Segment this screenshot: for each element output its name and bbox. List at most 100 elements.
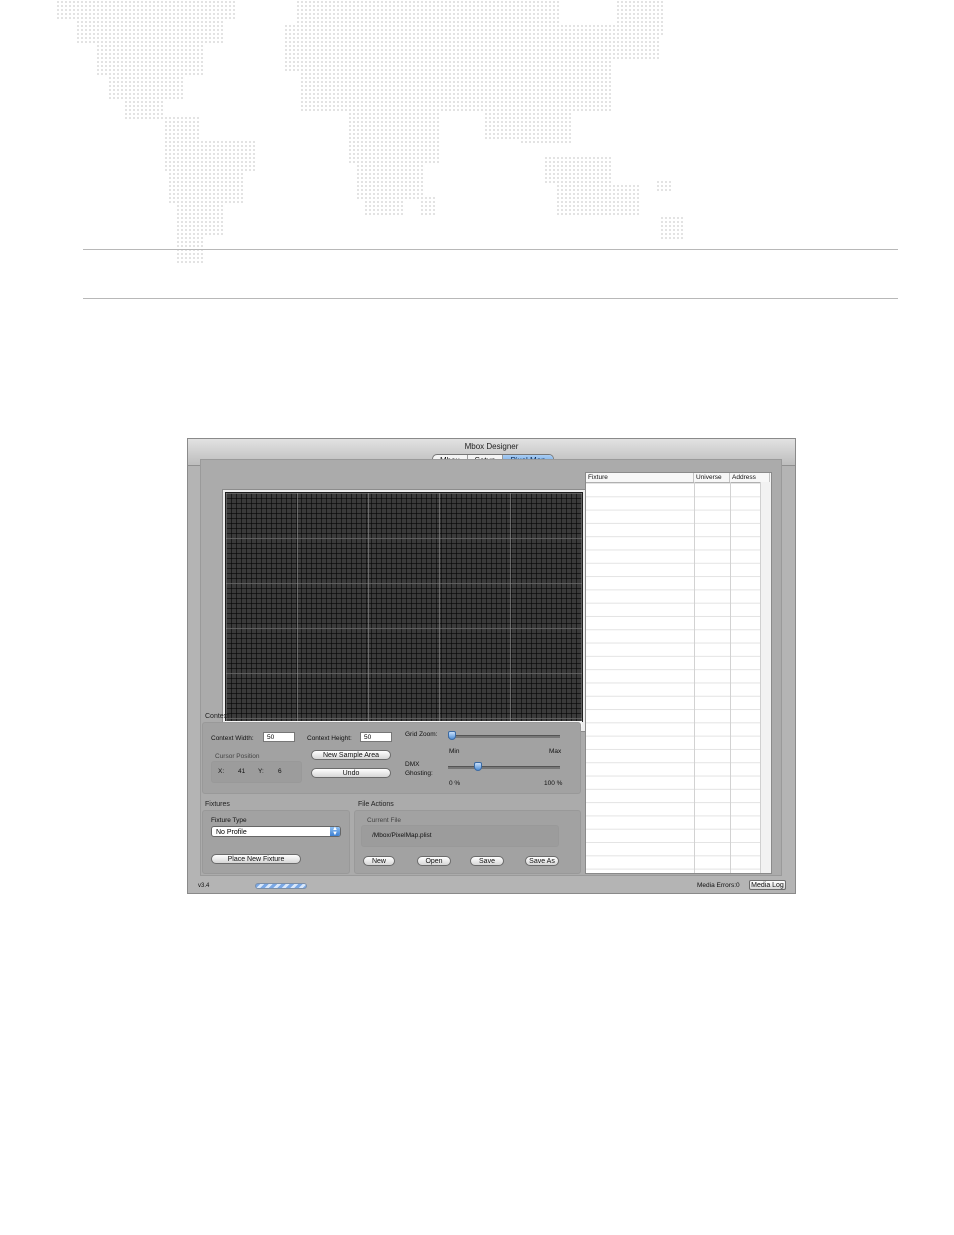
map-dot <box>169 57 171 59</box>
new-sample-area-button[interactable]: New Sample Area <box>311 750 391 760</box>
map-dot <box>405 129 407 131</box>
map-dot <box>621 37 623 39</box>
map-dot <box>573 161 575 163</box>
fixture-table-rows[interactable] <box>586 483 770 873</box>
column-header-fixture[interactable]: Fixture <box>586 473 694 482</box>
map-dot <box>629 1 631 3</box>
map-dot <box>217 141 219 143</box>
map-dot <box>189 25 191 27</box>
map-dot <box>209 21 211 23</box>
map-dot <box>629 213 631 215</box>
map-dot <box>353 41 355 43</box>
map-dot <box>317 29 319 31</box>
map-dot <box>409 1 411 3</box>
map-dot <box>465 29 467 31</box>
map-dot <box>637 197 639 199</box>
map-dot <box>173 141 175 143</box>
map-dot <box>649 25 651 27</box>
map-dot <box>545 129 547 131</box>
table-vertical-scrollbar[interactable] <box>760 482 771 873</box>
map-dot <box>377 65 379 67</box>
map-dot <box>509 97 511 99</box>
context-width-field[interactable]: 50 <box>263 732 295 742</box>
map-dot <box>349 85 351 87</box>
map-dot <box>297 61 299 63</box>
map-dot <box>517 69 519 71</box>
map-dot <box>509 37 511 39</box>
map-dot <box>533 37 535 39</box>
map-dot <box>473 101 475 103</box>
map-dot <box>309 17 311 19</box>
map-dot <box>177 225 179 227</box>
map-dot <box>153 37 155 39</box>
map-dot <box>137 61 139 63</box>
map-dot <box>189 225 191 227</box>
map-dot <box>297 5 299 7</box>
column-header-universe[interactable]: Universe <box>694 473 730 482</box>
map-dot <box>129 73 131 75</box>
place-new-fixture-button[interactable]: Place New Fixture <box>211 854 301 864</box>
map-dot <box>237 189 239 191</box>
map-dot <box>401 65 403 67</box>
map-dot <box>417 5 419 7</box>
map-dot <box>581 89 583 91</box>
save-file-button[interactable]: Save <box>470 856 504 866</box>
map-dot <box>369 205 371 207</box>
map-dot <box>629 45 631 47</box>
map-dot <box>669 229 671 231</box>
save-as-button[interactable]: Save As <box>525 856 559 866</box>
map-dot <box>345 41 347 43</box>
map-dot <box>385 157 387 159</box>
media-log-button[interactable]: Media Log <box>749 880 786 890</box>
map-dot <box>329 1 331 3</box>
map-dot <box>321 17 323 19</box>
map-dot <box>513 105 515 107</box>
map-dot <box>633 53 635 55</box>
open-file-button[interactable]: Open <box>417 856 451 866</box>
map-dot <box>505 53 507 55</box>
map-dot <box>481 105 483 107</box>
new-file-button[interactable]: New <box>363 856 395 866</box>
map-dot <box>565 101 567 103</box>
map-dot <box>389 49 391 51</box>
map-dot <box>577 53 579 55</box>
map-dot <box>529 57 531 59</box>
map-dot <box>161 65 163 67</box>
map-dot <box>561 161 563 163</box>
map-dot <box>293 57 295 59</box>
map-dot <box>105 29 107 31</box>
grid-zoom-slider[interactable] <box>448 731 456 740</box>
undo-button[interactable]: Undo <box>311 768 391 778</box>
map-dot <box>425 37 427 39</box>
map-dot <box>501 9 503 11</box>
map-dot <box>341 65 343 67</box>
map-dot <box>405 25 407 27</box>
pixel-grid-canvas[interactable] <box>225 492 583 722</box>
map-dot <box>557 1 559 3</box>
map-dot <box>409 133 411 135</box>
map-dot <box>577 61 579 63</box>
map-dot <box>225 1 227 3</box>
map-dot <box>401 169 403 171</box>
map-dot <box>385 65 387 67</box>
map-dot <box>441 5 443 7</box>
context-height-field[interactable]: 50 <box>360 732 392 742</box>
fixture-type-select[interactable]: No Profile ▲ ▼ <box>211 826 341 837</box>
map-dot <box>349 1 351 3</box>
dmx-ghosting-slider[interactable] <box>474 762 482 771</box>
map-dot <box>585 81 587 83</box>
map-dot <box>537 29 539 31</box>
map-dot <box>193 181 195 183</box>
map-dot <box>485 17 487 19</box>
map-dot <box>117 41 119 43</box>
map-dot <box>409 65 411 67</box>
map-dot <box>369 141 371 143</box>
map-dot <box>501 105 503 107</box>
map-dot <box>569 193 571 195</box>
map-dot <box>317 53 319 55</box>
map-dot <box>401 157 403 159</box>
map-dot <box>581 185 583 187</box>
map-dot <box>497 137 499 139</box>
map-dot <box>117 9 119 11</box>
column-header-address[interactable]: Address <box>730 473 770 482</box>
